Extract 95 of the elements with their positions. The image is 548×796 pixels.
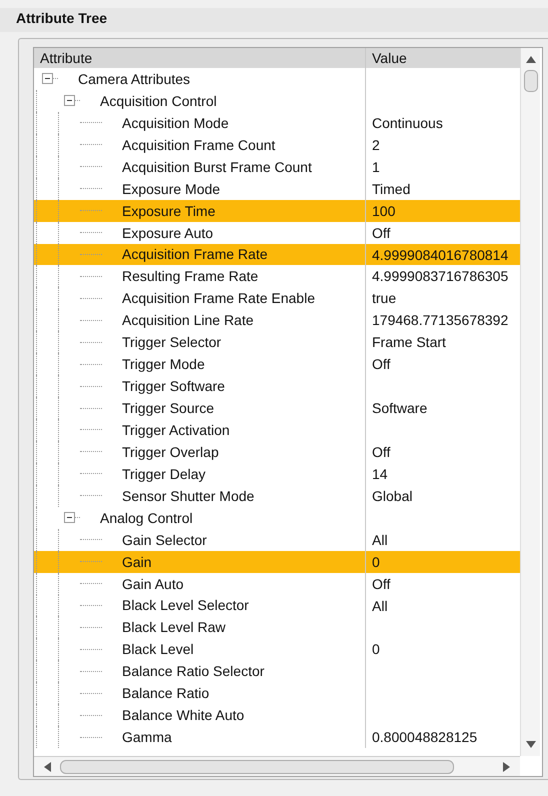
tree-row[interactable]: Gamma 0.800048828125: [34, 726, 520, 748]
attribute-value: Frame Start: [372, 334, 446, 350]
attribute-name: Balance White Auto: [122, 706, 244, 726]
tree-row[interactable]: Sensor Shutter Mode Global: [34, 484, 520, 507]
attribute-name: Camera Attributes: [78, 70, 190, 89]
attribute-value: All: [372, 598, 388, 614]
tree-row[interactable]: Balance Ratio: [34, 682, 520, 704]
attribute-value: true: [372, 290, 396, 306]
attribute-name: Trigger Activation: [122, 420, 230, 440]
attribute-value: 2: [372, 136, 380, 153]
column-header[interactable]: Attribute: [34, 48, 366, 68]
attribute-name: Acquisition Mode: [122, 114, 229, 133]
attribute-name: Trigger Delay: [122, 464, 206, 484]
attribute-name: Trigger Selector: [122, 333, 222, 352]
tree-row[interactable]: Trigger Source Software: [34, 397, 520, 419]
attribute-name: Acquisition Frame Rate: [122, 245, 268, 264]
attribute-name: Resulting Frame Rate: [122, 267, 258, 286]
tree-row[interactable]: Gain 0: [34, 550, 520, 573]
attribute-name: Exposure Time: [122, 202, 216, 221]
attribute-value: 14: [372, 466, 388, 482]
column-header[interactable]: Value: [366, 48, 520, 68]
attribute-name: Trigger Software: [122, 377, 225, 396]
vertical-scrollbar[interactable]: [520, 48, 540, 756]
attribute-name: Black Level Raw: [122, 618, 226, 638]
tree-row[interactable]: Black Level Selector All: [34, 594, 520, 616]
scroll-left-icon[interactable]: [42, 760, 52, 772]
attribute-value: 4.9999083716786305: [372, 268, 508, 284]
attribute-name: Balance Ratio Selector: [122, 662, 264, 682]
tree-row[interactable]: Acquisition Frame Rate 4.9999084016780814: [34, 244, 520, 266]
tree-row[interactable]: Trigger Software: [34, 375, 520, 398]
attribute-name: Black Level: [122, 640, 194, 660]
tree-row[interactable]: Exposure Time 100: [34, 200, 520, 222]
attribute-value: Off: [372, 444, 390, 460]
tree-row[interactable]: Black Level Raw: [34, 616, 520, 638]
attribute-name: Gain Selector: [122, 530, 207, 550]
attribute-value: 4.9999084016780814: [372, 246, 508, 262]
attribute-name: Gain: [122, 552, 152, 572]
attribute-name: Acquisition Line Rate: [122, 311, 254, 330]
attribute-value: Continuous: [372, 114, 443, 131]
tree-row[interactable]: Trigger Overlap Off: [34, 440, 520, 463]
scroll-down-icon[interactable]: [524, 740, 536, 750]
collapse-icon[interactable]: [42, 73, 53, 84]
attribute-value: Off: [372, 576, 390, 592]
tree-row[interactable]: Trigger Mode Off: [34, 353, 520, 376]
scroll-right-icon[interactable]: [502, 760, 512, 772]
attribute-name: Black Level Selector: [122, 596, 249, 616]
attribute-name: Acquisition Frame Count: [122, 136, 276, 155]
collapse-icon[interactable]: [64, 95, 75, 106]
attribute-value: Off: [372, 356, 390, 372]
attribute-value: 179468.77135678392: [372, 312, 508, 328]
tree-row[interactable]: Trigger Selector Frame Start: [34, 331, 520, 354]
attribute-value: 100: [372, 202, 396, 219]
tree-row[interactable]: Acquisition Frame Count 2: [34, 134, 520, 156]
attribute-value: 1: [372, 158, 380, 175]
attribute-name: Acquisition Control: [100, 92, 217, 111]
attribute-name: Exposure Mode: [122, 180, 220, 199]
attribute-name: Gamma: [122, 728, 172, 748]
attribute-name: Trigger Mode: [122, 355, 205, 374]
attribute-name: Trigger Source: [122, 399, 214, 418]
tree-row[interactable]: Acquisition Burst Frame Count 1: [34, 156, 520, 178]
attribute-name: Acquisition Frame Rate Enable: [122, 289, 315, 308]
panel-title: Attribute Tree: [0, 8, 548, 32]
tree-row[interactable]: Resulting Frame Rate 4.9999083716786305: [34, 265, 520, 288]
attribute-value: 0.800048828125: [372, 729, 478, 746]
attribute-name: Gain Auto: [122, 574, 184, 594]
collapse-icon[interactable]: [64, 512, 75, 524]
tree-row[interactable]: Camera Attributes: [34, 68, 520, 90]
scroll-up-icon[interactable]: [524, 54, 536, 64]
attribute-name: Exposure Auto: [122, 224, 214, 243]
tree-row[interactable]: Acquisition Mode Continuous: [34, 112, 520, 134]
tree-row[interactable]: Balance White Auto: [34, 704, 520, 726]
attribute-value: All: [372, 532, 388, 548]
tree-row[interactable]: Acquisition Frame Rate Enable true: [34, 287, 520, 310]
attribute-name: Trigger Overlap: [122, 442, 219, 462]
tree-row[interactable]: Analog Control: [34, 506, 520, 529]
tree-row[interactable]: Black Level 0: [34, 638, 520, 660]
tree-row[interactable]: Trigger Activation: [34, 419, 520, 441]
tree-row[interactable]: Gain Auto Off: [34, 572, 520, 594]
horizontal-scrollbar[interactable]: [34, 756, 520, 776]
attribute-value: Timed: [372, 180, 410, 197]
scroll-thumb[interactable]: [524, 70, 538, 92]
attribute-value: 0: [372, 641, 380, 658]
attribute-value: Software: [372, 400, 428, 416]
attribute-name: Sensor Shutter Mode: [122, 486, 254, 506]
attribute-value: Global: [372, 488, 412, 504]
tree-row[interactable]: Balance Ratio Selector: [34, 660, 520, 682]
attribute-name: Balance Ratio: [122, 684, 210, 704]
scroll-thumb[interactable]: [60, 760, 454, 774]
tree-row[interactable]: Trigger Delay 14: [34, 462, 520, 485]
attribute-name: Analog Control: [100, 508, 193, 528]
tree-row[interactable]: Acquisition Control: [34, 90, 520, 112]
tree-row[interactable]: Acquisition Line Rate 179468.77135678392: [34, 309, 520, 332]
attribute-value: Off: [372, 224, 390, 241]
attribute-name: Acquisition Burst Frame Count: [122, 158, 312, 177]
attribute-value: 0: [372, 554, 380, 570]
